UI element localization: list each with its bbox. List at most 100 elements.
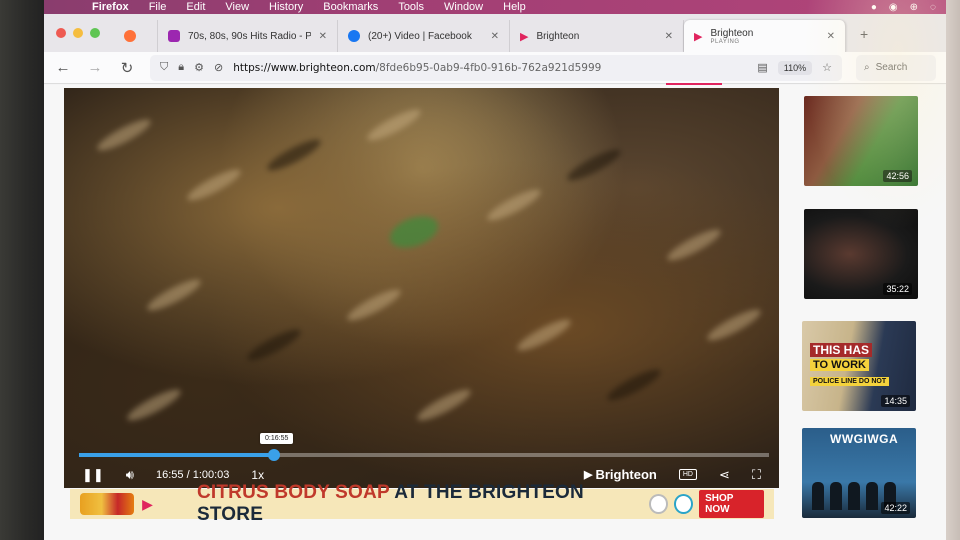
- menu-help[interactable]: Help: [503, 1, 526, 13]
- video-frame-detail: [664, 224, 724, 266]
- url-path: /8fde6b95-0ab9-4fb0-916b-762a921d5999: [375, 61, 602, 74]
- new-tab-button[interactable]: +: [846, 26, 868, 52]
- close-window-button[interactable]: [56, 28, 66, 38]
- seek-bar-played: [79, 453, 274, 457]
- url-text[interactable]: https://www.brighteon.com/8fde6b95-0ab9-…: [233, 62, 601, 74]
- menu-app-name[interactable]: Firefox: [92, 1, 129, 13]
- search-input[interactable]: ⌕ Search: [856, 54, 936, 81]
- url-bar[interactable]: ⛉ 🔒︎ ⚙ ⊘ https://www.brighteon.com/8fde6…: [150, 54, 842, 81]
- tab-title: (20+) Video | Facebook: [368, 30, 472, 42]
- star-icon[interactable]: ☆: [822, 61, 832, 74]
- close-tab-icon[interactable]: ✕: [665, 31, 673, 42]
- tab-title: Brighteon: [536, 30, 580, 42]
- brighteon-logo-text: Brighteon: [595, 467, 657, 482]
- video-frame-detail: [514, 314, 574, 356]
- brighteon-favicon-icon: ▶: [520, 30, 529, 43]
- lock-icon[interactable]: 🔒︎: [178, 61, 184, 74]
- facebook-favicon-icon: [348, 30, 360, 42]
- thumbnail-caption: POLICE LINE DO NOT: [810, 377, 890, 386]
- video-duration: 42:22: [881, 502, 910, 514]
- brighteon-logo-icon: ▶: [584, 469, 593, 481]
- brighteon-favicon-icon: ▶: [694, 30, 703, 43]
- certification-badge-icon: [673, 494, 694, 514]
- menu-window[interactable]: Window: [444, 1, 483, 13]
- minimize-window-button[interactable]: [73, 28, 83, 38]
- arrow-right-icon[interactable]: →: [86, 59, 104, 76]
- firefox-icon: [124, 30, 136, 42]
- thumbnail-caption: THIS HAS: [810, 343, 873, 357]
- video-frame-detail: [264, 134, 324, 176]
- fullscreen-icon[interactable]: ⛶: [752, 467, 761, 483]
- menu-bookmarks[interactable]: Bookmarks: [323, 1, 378, 13]
- video-duration: 14:35: [881, 395, 910, 407]
- video-frame-detail: [484, 184, 544, 226]
- seek-handle[interactable]: [267, 449, 280, 461]
- playback-speed-button[interactable]: 1x: [251, 468, 264, 482]
- search-placeholder: Search: [875, 62, 908, 73]
- video-duration: 35:22: [883, 283, 912, 295]
- status-icons: ● ◉ ⊕ ◌: [871, 2, 946, 13]
- search-icon: ⌕: [864, 62, 870, 73]
- related-video-thumbnail[interactable]: 35:22: [804, 209, 918, 299]
- thumbnail-caption: WWGIWGA: [830, 432, 899, 446]
- status-icon[interactable]: ⊕: [910, 2, 918, 13]
- window-controls: [44, 28, 114, 52]
- video-frame-detail: [604, 364, 664, 406]
- video-player[interactable]: 0:16:55 ❚❚ 🔊︎ 16:55 / 1:00:03 1x ▶ Brigh…: [64, 88, 779, 488]
- firefox-view-tab[interactable]: [114, 20, 158, 52]
- zoom-level-badge[interactable]: 110%: [777, 60, 813, 75]
- video-frame-detail: [344, 284, 404, 326]
- page-content: 0:16:55 ❚❚ 🔊︎ 16:55 / 1:00:03 1x ▶ Brigh…: [44, 85, 946, 540]
- tab-pandora[interactable]: 70s, 80s, 90s Hits Radio - Pando ✕: [158, 20, 338, 52]
- hd-quality-button[interactable]: HD: [678, 469, 697, 480]
- related-video-thumbnail[interactable]: 42:56: [804, 96, 918, 186]
- brighteon-logo[interactable]: ▶ Brighteon: [584, 467, 657, 482]
- video-frame-detail: [244, 324, 304, 366]
- tab-facebook[interactable]: (20+) Video | Facebook ✕: [338, 20, 510, 52]
- close-tab-icon[interactable]: ✕: [319, 31, 327, 42]
- video-frame-detail: [144, 274, 204, 316]
- zoom-window-button[interactable]: [90, 28, 100, 38]
- seek-bar[interactable]: [79, 449, 769, 461]
- arrow-left-icon[interactable]: ←: [54, 59, 72, 76]
- ad-badges: SHOP NOW: [648, 490, 765, 518]
- monitor-bezel-left: [0, 0, 44, 540]
- status-icon[interactable]: ●: [871, 2, 877, 13]
- monitor-bezel-right: [946, 0, 960, 540]
- menu-view[interactable]: View: [225, 1, 249, 13]
- citrus-fruit-image: [80, 493, 135, 515]
- reload-icon[interactable]: ↻: [118, 59, 136, 77]
- ad-headline: CITRUS BODY SOAP AT THE BRIGHTEON STORE: [197, 482, 641, 526]
- close-tab-icon[interactable]: ✕: [491, 31, 499, 42]
- thumbnail-caption: TO WORK: [810, 359, 869, 371]
- ad-banner[interactable]: ▶ CITRUS BODY SOAP AT THE BRIGHTEON STOR…: [70, 482, 774, 525]
- tab-strip: 70s, 80s, 90s Hits Radio - Pando ✕ (20+)…: [44, 14, 946, 52]
- related-video-thumbnail[interactable]: WWGIWGA 42:22: [802, 428, 916, 518]
- status-icon[interactable]: ◉: [889, 2, 898, 13]
- shop-now-button[interactable]: SHOP NOW: [699, 490, 765, 518]
- tab-brighteon-playing[interactable]: ▶ Brighteon PLAYING ✕: [684, 20, 846, 52]
- shield-icon[interactable]: ⛉: [160, 61, 168, 74]
- time-display: 16:55 / 1:00:03: [156, 468, 230, 481]
- pause-icon[interactable]: ❚❚: [82, 467, 104, 483]
- tab-title: 70s, 80s, 90s Hits Radio - Pando: [188, 30, 311, 42]
- tab-title-group: Brighteon PLAYING: [710, 28, 753, 45]
- tab-brighteon[interactable]: ▶ Brighteon ✕: [510, 20, 684, 52]
- share-icon[interactable]: ⋖: [719, 467, 730, 483]
- close-tab-icon[interactable]: ✕: [827, 31, 835, 42]
- navigation-toolbar: ← → ↻ ⛉ 🔒︎ ⚙ ⊘ https://www.brighteon.com…: [44, 52, 946, 84]
- status-icon[interactable]: ◌: [930, 2, 936, 13]
- video-frame-detail: [564, 144, 624, 186]
- video-frame-detail: [184, 164, 244, 206]
- reader-view-icon[interactable]: ▤: [757, 61, 767, 74]
- menu-file[interactable]: File: [149, 1, 167, 13]
- menu-edit[interactable]: Edit: [186, 1, 205, 13]
- related-video-thumbnail[interactable]: THIS HAS TO WORK POLICE LINE DO NOT 14:3…: [802, 321, 916, 411]
- pandora-favicon-icon: [168, 30, 180, 42]
- volume-icon[interactable]: 🔊︎: [126, 467, 134, 483]
- menu-history[interactable]: History: [269, 1, 303, 13]
- menu-tools[interactable]: Tools: [398, 1, 424, 13]
- url-host: https://www.brighteon.com: [233, 61, 376, 74]
- autoplay-blocked-icon[interactable]: ⊘: [214, 61, 223, 74]
- permissions-icon[interactable]: ⚙: [194, 61, 204, 74]
